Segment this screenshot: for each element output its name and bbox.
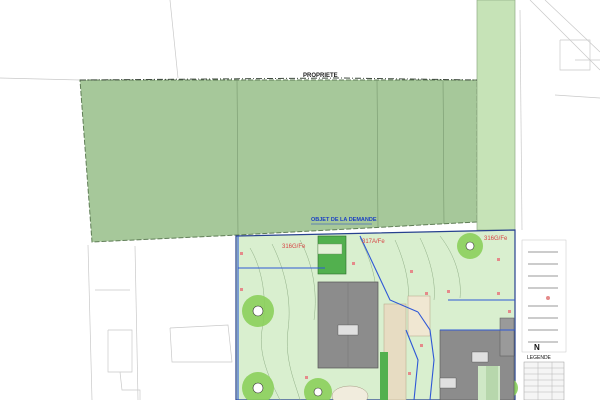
elevation-label-1: 316G/Fe <box>282 244 306 250</box>
site-plan: PROPRIETE OBJET DE LA DEMANDE 316G/Fe 31… <box>0 0 600 405</box>
terrace-area <box>407 295 431 337</box>
annex-label-box <box>439 377 457 389</box>
secondary-label-box <box>471 351 489 363</box>
building-label-box <box>337 324 359 336</box>
site-plan-drawing: PROPRIETE OBJET DE LA DEMANDE 316G/Fe 31… <box>0 0 600 405</box>
access-strip <box>476 0 516 231</box>
legend-title: LEGENDE <box>527 355 552 361</box>
legend-block: N LEGENDE <box>521 239 567 401</box>
annex-block <box>499 317 515 357</box>
garden-note-box <box>317 243 343 255</box>
elevation-label-3: 316G/Fe <box>484 236 508 242</box>
north-arrow-label: N <box>534 343 540 352</box>
hedge-strip <box>380 352 388 400</box>
field-area <box>79 79 478 243</box>
request-object-label: OBJET DE LA DEMANDE <box>311 217 377 223</box>
elevation-label-2: 317A/Fe <box>362 239 385 245</box>
property-label: PROPRIETE <box>303 73 338 79</box>
courtyard-strip <box>486 366 498 400</box>
